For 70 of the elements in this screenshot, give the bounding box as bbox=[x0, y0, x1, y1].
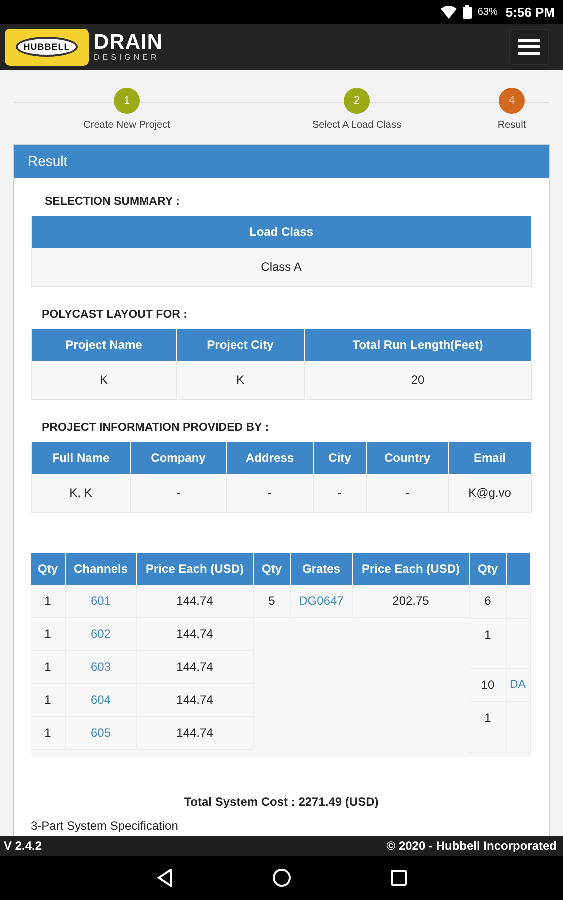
menu-button[interactable] bbox=[509, 29, 549, 65]
column-header: Qty bbox=[254, 553, 291, 585]
table-cell: K bbox=[177, 361, 305, 400]
column-header: Qty bbox=[31, 553, 66, 585]
section-heading: POLYCAST LAYOUT FOR : bbox=[41, 308, 188, 323]
table-cell: 1 bbox=[470, 702, 507, 753]
total-cost: Total System Cost : 2271.49 (USD) bbox=[183, 795, 380, 809]
table-cell: - bbox=[367, 474, 449, 513]
copyright-text: © 2020 - Hubbell Incorporated bbox=[386, 839, 557, 853]
battery-percent: 63% bbox=[478, 6, 498, 18]
wifi-icon bbox=[440, 6, 457, 18]
step-label: Result bbox=[498, 120, 526, 131]
column-header: Grates bbox=[291, 553, 353, 585]
battery-icon bbox=[462, 5, 472, 19]
app-subtitle: DESIGNER bbox=[94, 54, 161, 62]
menu-icon bbox=[518, 39, 540, 55]
step-label: Create New Project bbox=[84, 120, 170, 131]
table-cell: - bbox=[131, 474, 227, 513]
table-cell: 1 bbox=[31, 618, 66, 651]
table-cell: - bbox=[314, 474, 367, 513]
recent-apps-icon[interactable] bbox=[390, 870, 406, 886]
product-link[interactable]: DA bbox=[507, 669, 531, 702]
product-link[interactable]: 605 bbox=[66, 717, 137, 750]
table-cell: - bbox=[227, 474, 314, 513]
column-header: Channels bbox=[66, 553, 137, 585]
table-cell: 1 bbox=[31, 717, 66, 750]
step-label: Select A Load Class bbox=[312, 120, 402, 131]
column-header: City bbox=[314, 442, 367, 474]
step-number[interactable]: 2 bbox=[344, 88, 370, 114]
table-cell: 1 bbox=[470, 619, 507, 669]
column-header: Price Each (USD) bbox=[137, 553, 254, 585]
product-link[interactable]: 601 bbox=[66, 585, 137, 618]
panel-title: Result bbox=[14, 145, 549, 178]
table-cell: 1 bbox=[31, 585, 66, 618]
column-header: Load Class bbox=[32, 216, 532, 248]
table-cell: 10 bbox=[470, 669, 507, 702]
column-header: Country bbox=[367, 442, 449, 474]
table-cell: K, K bbox=[32, 474, 131, 513]
column-header: Qty bbox=[470, 553, 507, 585]
table-cell: 20 bbox=[305, 361, 532, 400]
column-header: Total Run Length(Feet) bbox=[305, 329, 532, 361]
table-cell: K bbox=[32, 361, 177, 400]
table-cell: Class A bbox=[32, 248, 532, 287]
app-title: DRAIN bbox=[94, 32, 163, 53]
column-header: Price Each (USD) bbox=[353, 553, 470, 585]
home-icon[interactable] bbox=[272, 869, 290, 887]
product-link[interactable]: DG0647 bbox=[291, 585, 353, 618]
back-icon[interactable] bbox=[156, 869, 172, 887]
table-cell: 6 bbox=[470, 585, 507, 619]
product-link[interactable]: 602 bbox=[66, 618, 137, 651]
version-label: V 2.4.2 bbox=[4, 839, 42, 853]
table-cell: 1 bbox=[31, 651, 66, 684]
column-header: Address bbox=[227, 442, 314, 474]
table-cell: K@g.vo bbox=[449, 474, 532, 513]
product-link[interactable]: 603 bbox=[66, 651, 137, 684]
clock-time: 5:56 PM bbox=[506, 4, 555, 20]
column-header: Project City bbox=[177, 329, 305, 361]
logo-text: HUBBELL bbox=[16, 37, 78, 57]
table-cell: 5 bbox=[254, 585, 291, 618]
product-link[interactable]: 604 bbox=[66, 684, 137, 717]
column-header: Project Name bbox=[32, 329, 177, 361]
step-number[interactable]: 4 bbox=[499, 88, 525, 114]
column-header: Email bbox=[449, 442, 532, 474]
table-cell: 1 bbox=[31, 684, 66, 717]
step-number[interactable]: 1 bbox=[114, 88, 140, 114]
spec-heading: 3-Part System Specification bbox=[31, 819, 180, 833]
column-header: Full Name bbox=[32, 442, 131, 474]
section-heading: SELECTION SUMMARY : bbox=[44, 195, 181, 210]
column-header: Company bbox=[131, 442, 227, 474]
section-heading: PROJECT INFORMATION PROVIDED BY : bbox=[41, 421, 270, 436]
